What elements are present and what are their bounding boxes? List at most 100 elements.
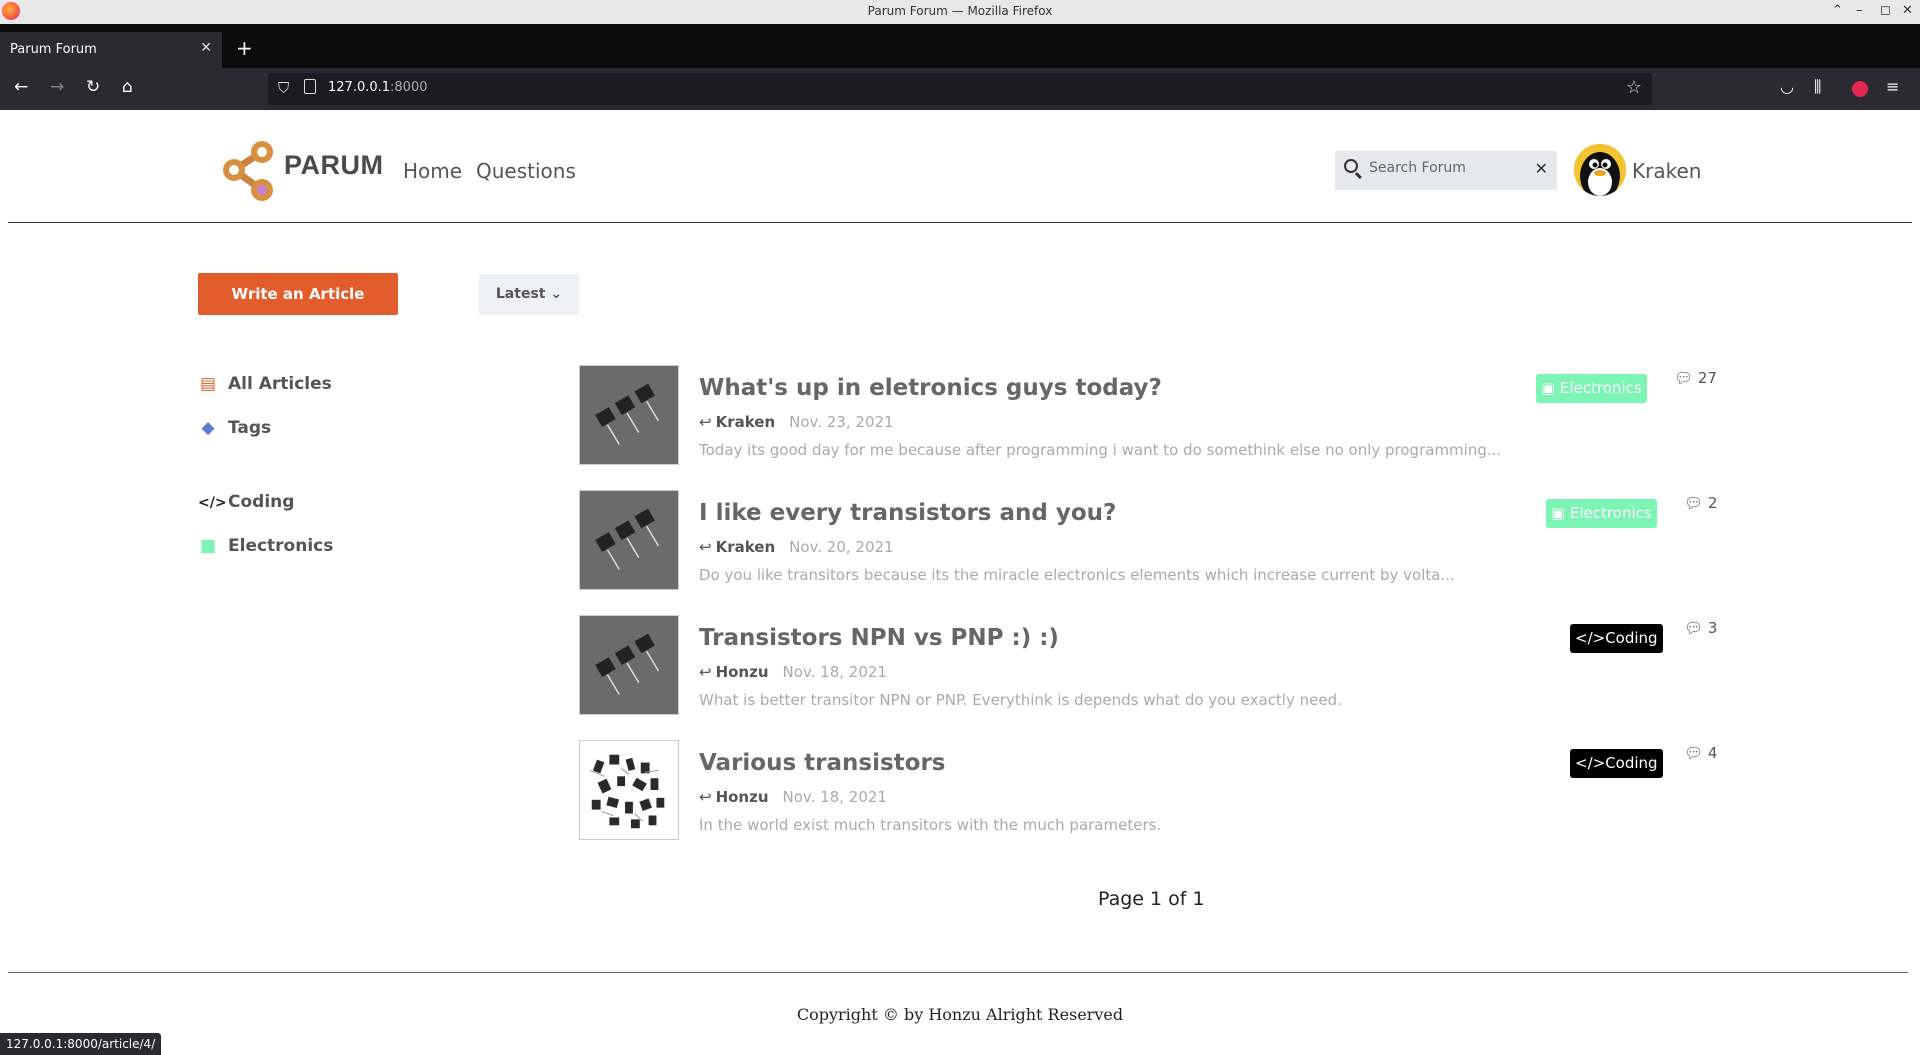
nav-questions[interactable]: Questions (476, 159, 576, 183)
article-meta: ↩ Kraken Nov. 23, 2021 (699, 413, 894, 431)
sidebar-item-label: Electronics (228, 536, 334, 556)
footer-copyright: Copyright © by Honzu Alright Reserved (796, 1005, 1124, 1024)
search-input[interactable] (1369, 160, 1519, 176)
logo-text[interactable]: PARUM (284, 150, 384, 181)
avatar[interactable] (1574, 144, 1626, 196)
article-excerpt: In the world exist much transitors with … (699, 816, 1162, 834)
code-icon: </> (198, 495, 227, 511)
tag-icon: ◆ (201, 418, 215, 438)
write-article-button[interactable]: Write an Article (198, 273, 398, 315)
forward-icon[interactable]: → (50, 77, 64, 97)
article-meta: ↩ Honzu Nov. 18, 2021 (699, 788, 887, 806)
article-meta: ↩ Kraken Nov. 20, 2021 (699, 538, 894, 556)
search-box[interactable]: ✕ (1335, 151, 1557, 190)
home-icon[interactable]: ⌂ (122, 77, 133, 97)
tab-close-icon[interactable]: ✕ (200, 40, 212, 56)
window-title: Parum Forum — Mozilla Firefox (867, 4, 1053, 18)
comment-count-value: 4 (1707, 744, 1718, 762)
robot-icon: ▣ (1551, 504, 1566, 522)
articles-icon: ▤ (199, 374, 217, 394)
comment-icon: 💬︎ (1684, 494, 1704, 512)
article-item[interactable]: Various transistors ↩ Honzu Nov. 18, 2021 … (579, 740, 1729, 842)
url-text[interactable]: 127.0.0.1:8000 (328, 80, 428, 95)
article-date: Nov. 18, 2021 (782, 788, 887, 806)
comment-count: 💬︎ 2 (1684, 494, 1717, 512)
tab-parum-forum[interactable]: Parum Forum ✕ (0, 32, 222, 68)
bookmark-star-icon[interactable]: ☆ (1626, 77, 1642, 98)
url-port: :8000 (390, 80, 428, 95)
sidebar-item-coding[interactable]: </>Coding (198, 492, 294, 512)
window-close-icon[interactable]: ✕ (1902, 3, 1913, 18)
sidebar-item-all-articles[interactable]: ▤ All Articles (198, 374, 332, 394)
clear-search-icon[interactable]: ✕ (1535, 159, 1548, 178)
article-thumbnail[interactable] (579, 490, 679, 590)
comment-icon: 💬︎ (1684, 619, 1704, 637)
library-icon[interactable]: ⫼ (1814, 77, 1821, 97)
article-thumbnail[interactable] (579, 740, 679, 840)
window-up-icon[interactable]: ⌃ (1832, 3, 1843, 18)
comment-icon: 💬︎ (1674, 369, 1694, 387)
extension-icon[interactable] (1852, 81, 1868, 97)
pocket-icon[interactable]: ◡ (1780, 77, 1794, 96)
comment-count: 💬︎ 4 (1684, 744, 1717, 762)
window-titlebar: Parum Forum — Mozilla Firefox ⌃ – ◻ ✕ (0, 0, 1920, 24)
pagination-label: Page 1 of 1 (1098, 888, 1205, 910)
article-title[interactable]: Various transistors (699, 750, 946, 776)
sidebar-item-electronics[interactable]: ■ Electronics (198, 536, 333, 556)
article-author[interactable]: Honzu (716, 788, 769, 806)
new-tab-icon[interactable]: + (236, 36, 253, 60)
tab-bar: Parum Forum ✕ + (0, 24, 1920, 68)
menu-icon[interactable]: ≡ (1886, 77, 1899, 96)
window-minimize-icon[interactable]: – (1856, 3, 1863, 18)
article-author[interactable]: Kraken (716, 538, 776, 556)
nav-home[interactable]: Home (403, 159, 462, 183)
status-bar-url: 127.0.0.1:8000/article/4/ (0, 1033, 162, 1055)
tab-label: Parum Forum (10, 42, 97, 57)
article-thumbnail[interactable] (579, 615, 679, 715)
sidebar-item-label: Coding (228, 492, 295, 512)
article-item[interactable]: What's up in eletronics guys today? ↩ Kra… (579, 365, 1729, 467)
sidebar-item-tags[interactable]: ◆ Tags (198, 418, 271, 438)
robot-icon: ▣ (1541, 379, 1556, 397)
article-excerpt: Do you like transitors because its the m… (699, 566, 1455, 584)
article-tag[interactable]: </>Coding (1570, 749, 1663, 778)
article-title[interactable]: What's up in eletronics guys today? (699, 375, 1162, 401)
header-divider (8, 222, 1912, 223)
article-title[interactable]: Transistors NPN vs PNP :) :) (699, 625, 1059, 651)
article-excerpt: Today its good day for me because after … (699, 441, 1502, 459)
url-bar[interactable]: ⛉ 127.0.0.1:8000 ☆ (268, 73, 1652, 105)
code-icon: </> (1575, 754, 1606, 772)
article-tag[interactable]: ▣ Electronics (1546, 499, 1657, 528)
comment-count-value: 2 (1707, 494, 1718, 512)
sort-dropdown[interactable]: Latest ⌄ (479, 274, 579, 315)
sidebar-item-label: All Articles (228, 374, 332, 394)
tag-label: Electronics (1559, 379, 1642, 397)
reload-icon[interactable]: ↻ (86, 77, 100, 97)
comment-count-value: 27 (1697, 369, 1717, 387)
shield-icon[interactable]: ⛉ (278, 79, 289, 97)
article-title[interactable]: I like every transistors and you? (699, 500, 1116, 526)
code-icon: </> (1575, 629, 1606, 647)
article-author[interactable]: Kraken (716, 413, 776, 431)
sidebar-item-label: Tags (228, 418, 272, 438)
page-icon (304, 79, 316, 94)
comment-icon: 💬︎ (1684, 744, 1704, 762)
reply-icon: ↩ (699, 663, 712, 681)
article-item[interactable]: Transistors NPN vs PNP :) :) ↩ Honzu Nov. … (579, 615, 1729, 717)
article-thumbnail[interactable] (579, 365, 679, 465)
comment-count: 💬︎ 27 (1674, 369, 1717, 387)
url-host: 127.0.0.1 (328, 80, 391, 95)
article-author[interactable]: Honzu (716, 663, 769, 681)
article-tag[interactable]: </>Coding (1570, 624, 1663, 653)
username[interactable]: Kraken (1632, 159, 1701, 183)
tag-label: Coding (1605, 754, 1658, 772)
reply-icon: ↩ (699, 413, 712, 431)
window-maximize-icon[interactable]: ◻ (1880, 3, 1891, 18)
page-content: PARUM Home Questions ✕ Kraken Write an A… (0, 110, 1920, 1055)
article-tag[interactable]: ▣ Electronics (1536, 374, 1647, 403)
article-date: Nov. 18, 2021 (782, 663, 887, 681)
article-item[interactable]: I like every transistors and you? ↩ Krake… (579, 490, 1729, 592)
back-icon[interactable]: ← (14, 77, 28, 97)
article-excerpt: What is better transitor NPN or PNP. Eve… (699, 691, 1342, 709)
reply-icon: ↩ (699, 538, 712, 556)
